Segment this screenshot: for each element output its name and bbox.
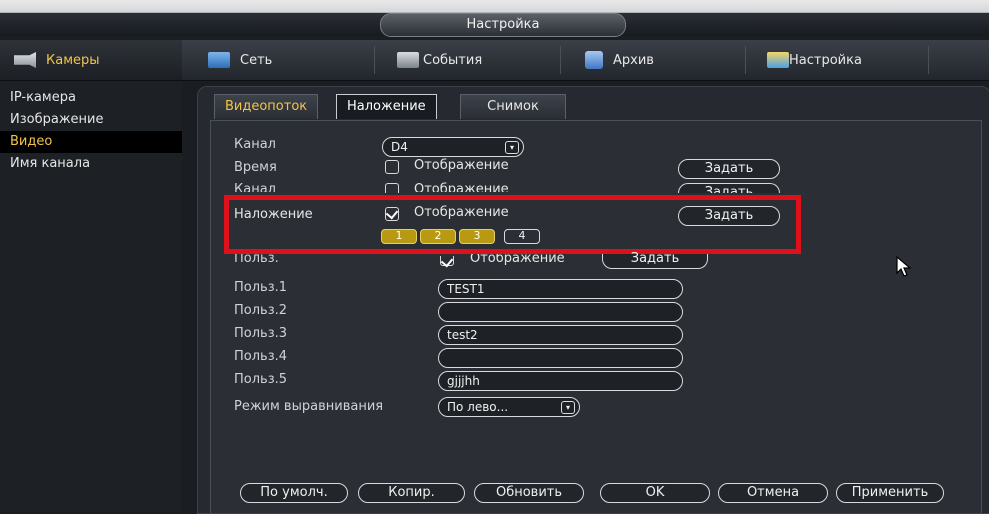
chevron-down-icon: ▾	[561, 401, 575, 414]
user-field-input-3[interactable]: test2	[438, 325, 683, 345]
apply-button[interactable]: Применить	[836, 483, 944, 503]
menu-settings[interactable]: Настройка	[767, 40, 862, 80]
menu-events-label: События	[423, 52, 483, 68]
menu-archive[interactable]: Архив	[585, 40, 654, 80]
user-field-input-4[interactable]	[438, 348, 683, 368]
tab-video-stream[interactable]: Видеопоток	[214, 94, 319, 119]
tab-overlay[interactable]: Наложение	[336, 94, 437, 119]
channel-label: Канал	[234, 137, 276, 152]
user-display-label: Отображение	[470, 254, 565, 266]
user-field-input-2[interactable]	[438, 302, 683, 322]
chevron-down-icon: ▾	[505, 141, 519, 154]
menu-cameras[interactable]: Камеры	[0, 40, 182, 80]
alignment-select[interactable]: По лево... ▾	[438, 397, 580, 417]
time-display-checkbox[interactable]	[385, 160, 399, 174]
camera-icon	[14, 52, 36, 68]
menu-settings-label: Настройка	[789, 52, 862, 68]
user-field-label-1: Польз.1	[234, 280, 288, 295]
channel-display-text: Отображение	[414, 182, 509, 192]
user-field-input-1[interactable]: TEST1	[438, 279, 683, 299]
refresh-button[interactable]: Обновить	[474, 483, 584, 503]
user-field-input-5[interactable]: gjjjhh	[438, 371, 683, 391]
user-field-label-3: Польз.3	[234, 326, 288, 341]
main-menu: Камеры Сеть События Архив Настройка	[0, 40, 989, 81]
menu-divider	[928, 46, 929, 74]
tab-strip: Видеопоток Наложение Снимок	[208, 92, 980, 120]
cancel-button[interactable]: Отмена	[718, 483, 828, 503]
alignment-label: Режим выравнивания	[234, 399, 384, 414]
menu-divider	[374, 46, 375, 74]
sidebar-item-channel-name[interactable]: Имя канала	[0, 153, 182, 175]
events-icon	[397, 52, 419, 68]
default-button[interactable]: По умолч.	[240, 483, 348, 503]
sidebar-item-video[interactable]: Видео	[0, 131, 182, 153]
sidebar-item-image[interactable]: Изображение	[0, 109, 182, 131]
menu-archive-label: Архив	[613, 52, 654, 68]
channel-select[interactable]: D4 ▾	[382, 137, 524, 157]
menu-network-label: Сеть	[240, 52, 273, 68]
user-field-label-4: Польз.4	[234, 349, 288, 364]
network-icon	[208, 52, 230, 68]
user-field-label-2: Польз.2	[234, 303, 288, 318]
mouse-cursor-icon	[896, 256, 912, 277]
user-display-checkbox[interactable]	[440, 256, 454, 266]
channel-select-value: D4	[391, 140, 408, 154]
archive-icon	[585, 51, 603, 69]
menu-events[interactable]: События	[397, 40, 482, 80]
time-display-label: Отображение	[414, 158, 509, 173]
menu-cameras-label: Камеры	[46, 52, 100, 68]
user-set-button[interactable]: Задать	[602, 252, 708, 269]
alignment-select-value: По лево...	[447, 400, 509, 414]
highlight-annotation	[224, 195, 801, 254]
copy-button[interactable]: Копир.	[358, 483, 465, 503]
sidebar-item-ip-camera[interactable]: IP-камера	[0, 87, 182, 109]
channel-display-checkbox[interactable]	[385, 183, 399, 193]
channel-display-label: Канал	[234, 182, 276, 192]
menu-divider	[745, 46, 746, 74]
sidebar: IP-камера Изображение Видео Имя канала	[0, 81, 182, 512]
user-field-label-5: Польз.5	[234, 372, 288, 387]
user-label: Польз.	[234, 254, 279, 266]
time-label: Время	[234, 160, 277, 175]
channel-set-button[interactable]: Задать	[678, 183, 780, 193]
menu-network[interactable]: Сеть	[208, 40, 272, 80]
tab-snapshot[interactable]: Снимок	[460, 94, 566, 119]
settings-icon	[767, 52, 789, 68]
menu-divider	[560, 46, 561, 74]
time-set-button[interactable]: Задать	[678, 159, 780, 179]
ok-button[interactable]: OK	[600, 483, 710, 503]
window-title: Настройка	[380, 13, 626, 37]
